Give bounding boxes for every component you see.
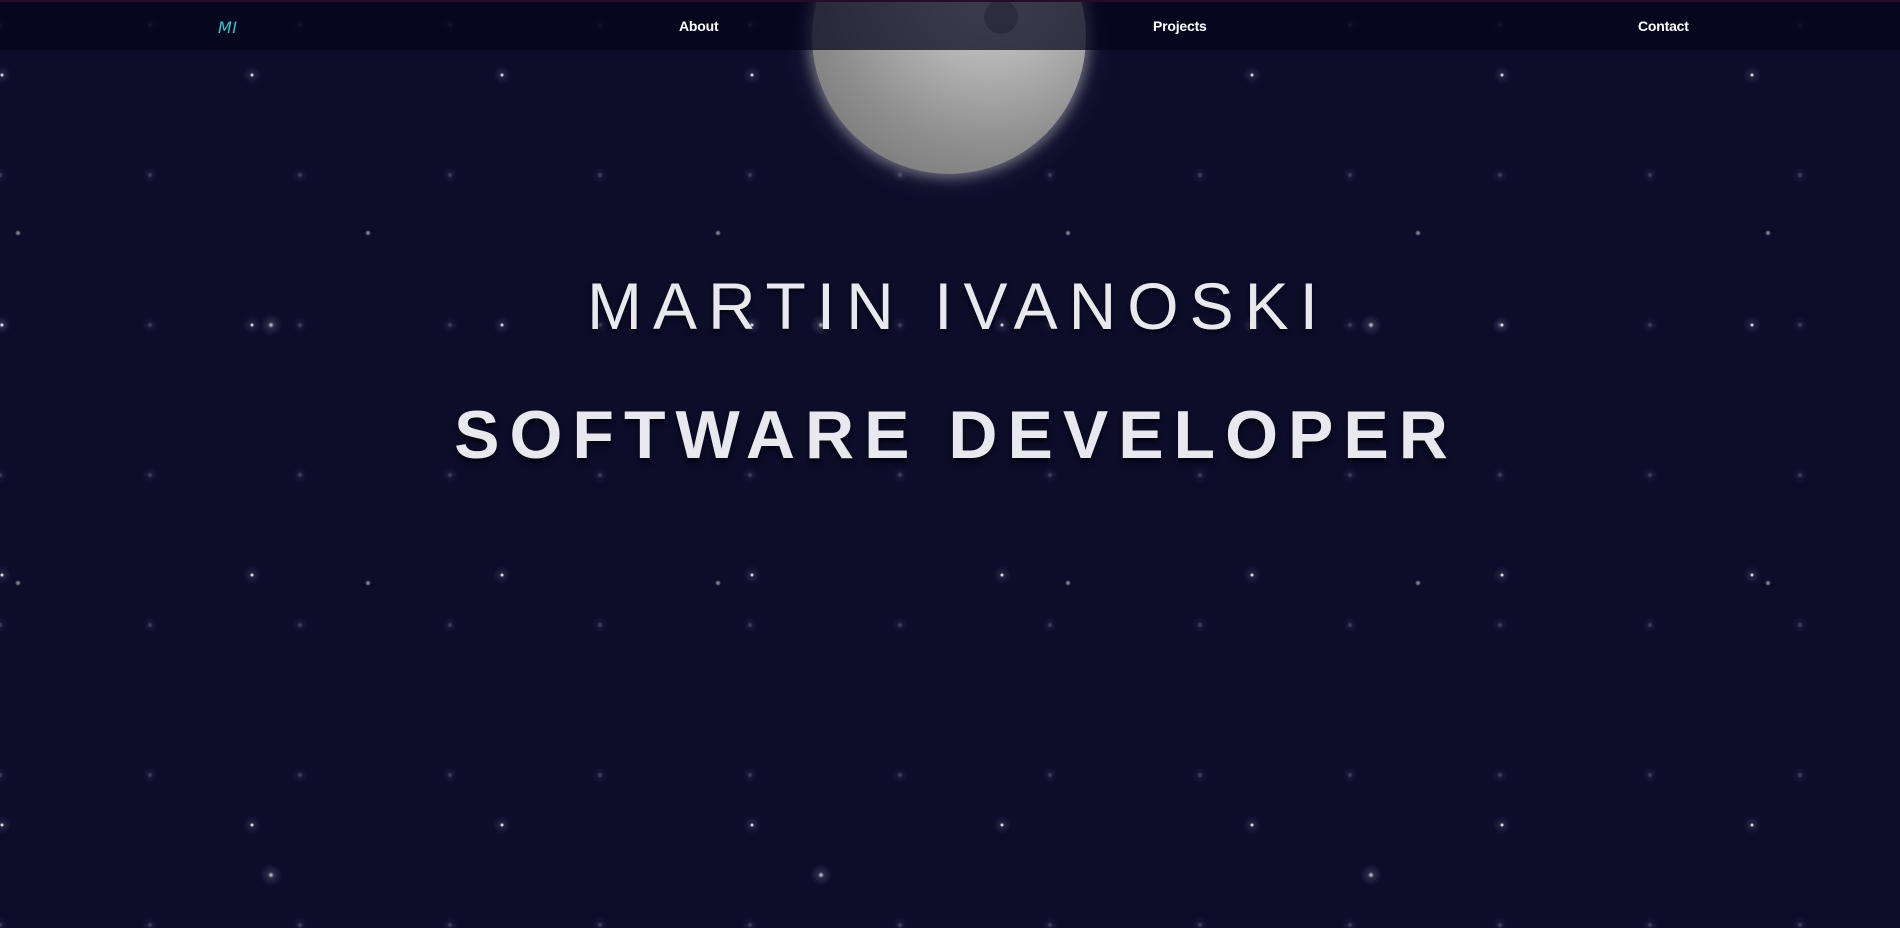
hero-role: SOFTWARE DEVELOPER <box>454 397 1458 473</box>
logo-link[interactable]: MI <box>218 18 238 37</box>
nav-link-contact[interactable]: Contact <box>1638 18 1689 34</box>
nav-link-projects[interactable]: Projects <box>1153 18 1207 34</box>
navbar: MI About Projects Contact <box>0 0 1900 50</box>
hero-name: MARTIN IVANOSKI <box>587 269 1329 343</box>
nav-link-about[interactable]: About <box>679 18 719 34</box>
page: MI About Projects Contact MARTIN IVANOSK… <box>0 0 1900 928</box>
